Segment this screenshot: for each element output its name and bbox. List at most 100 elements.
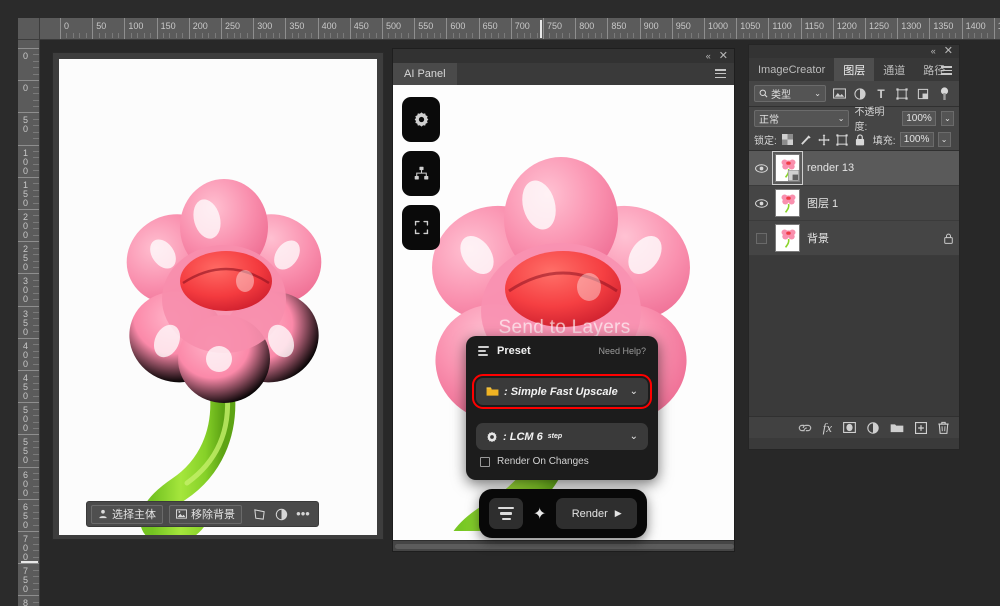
horizontal-ruler[interactable]: 0501001502002503003504004505005506006507… (40, 18, 1000, 40)
app-root: 0501001502002503003504004505005506006507… (0, 0, 1000, 606)
tab-imagecreator[interactable]: ImageCreator (749, 58, 834, 81)
layers-panel-menu-button[interactable] (941, 66, 952, 77)
shape-layer-filter-icon[interactable] (894, 88, 910, 100)
blend-mode-select[interactable]: 正常 ⌄ (754, 110, 849, 127)
ai-panel-horizontal-scrollbar[interactable] (393, 540, 734, 551)
new-group-icon[interactable] (890, 422, 904, 433)
filter-type-select[interactable]: 类型 ⌄ (754, 85, 826, 102)
close-icon[interactable]: ✕ (944, 47, 953, 56)
ruler-minor-tick (337, 33, 338, 38)
ruler-minor-tick (292, 33, 293, 38)
ruler-minor-tick (182, 33, 183, 38)
lock-label: 锁定: (754, 132, 777, 147)
layer-thumbnail[interactable] (775, 224, 800, 252)
need-help-link[interactable]: Need Help? (598, 346, 646, 356)
sparkle-icon[interactable]: ✦ (533, 504, 546, 524)
ruler-minor-tick (537, 33, 538, 38)
chevron-down-icon[interactable]: ⌄ (630, 386, 638, 397)
tab-panel-2[interactable]: 通道 (874, 58, 914, 81)
layer-row[interactable]: 图层 1 (749, 186, 959, 221)
lines-icon[interactable] (478, 346, 489, 355)
layer-row[interactable]: 背景 (749, 221, 959, 256)
lock-transparent-pixels-icon[interactable] (781, 134, 795, 145)
ruler-minor-tick (942, 33, 943, 38)
layer-style-fx-icon[interactable]: fx (823, 420, 832, 436)
tab-panel-1[interactable]: 图层 (834, 58, 874, 81)
ruler-tick: 100 (124, 18, 125, 40)
scrollbar-thumb[interactable] (395, 544, 734, 549)
layer-thumbnail[interactable] (775, 154, 800, 182)
ai-panel-menu-button[interactable] (715, 69, 726, 78)
adjustment-tool-button[interactable] (270, 503, 292, 525)
workflow-tool-button[interactable] (402, 151, 440, 196)
select-subject-button[interactable]: 选择主体 (91, 505, 163, 524)
ruler-minor-tick (33, 261, 39, 262)
tab-label: 图层 (843, 62, 865, 78)
new-adjustment-layer-icon[interactable] (867, 422, 879, 434)
ruler-minor-tick (562, 33, 563, 38)
lock-nesting-icon[interactable] (835, 134, 849, 146)
ruler-minor-tick (33, 196, 39, 197)
ruler-minor-tick (305, 33, 306, 38)
new-layer-icon[interactable] (915, 422, 927, 434)
ruler-minor-tick (421, 33, 422, 38)
ruler-minor-tick (33, 67, 39, 68)
document-canvas[interactable] (59, 59, 377, 535)
more-options-button[interactable]: ••• (292, 503, 314, 525)
layer-visibility-off-icon[interactable] (755, 232, 768, 245)
fit-view-tool-button[interactable] (402, 205, 440, 250)
close-icon[interactable]: ✕ (719, 52, 728, 61)
opacity-input[interactable]: 100% (902, 111, 936, 126)
ruler-minor-tick (826, 33, 827, 38)
ruler-minor-tick (659, 33, 660, 38)
render-on-changes-row[interactable]: Render On Changes (480, 456, 589, 467)
vertical-ruler[interactable]: 0050100150200250300350400450500550600650… (18, 40, 40, 606)
type-layer-filter-icon[interactable]: T (873, 87, 889, 101)
select-subject-label: 选择主体 (112, 506, 156, 522)
ruler-minor-tick (33, 486, 39, 487)
layer-visibility-eye-icon[interactable] (755, 162, 768, 175)
ruler-tick: 350 (285, 18, 286, 40)
add-layer-mask-icon[interactable] (843, 422, 856, 433)
fill-input[interactable]: 100% (900, 132, 934, 147)
delete-layer-icon[interactable] (938, 421, 949, 434)
ruler-minor-tick (118, 33, 119, 38)
ruler-minor-tick (33, 589, 39, 590)
chevron-double-left-icon[interactable]: « (931, 47, 936, 56)
preset-select[interactable]: : Simple Fast Upscale ⌄ (476, 378, 648, 405)
settings-tool-button[interactable] (402, 97, 440, 142)
lock-image-pixels-icon[interactable] (799, 134, 813, 146)
adjustment-layer-filter-icon[interactable] (852, 88, 868, 100)
transform-tool-button[interactable] (248, 503, 270, 525)
ai-panel-tool-rail (402, 97, 440, 250)
contrast-icon (275, 508, 288, 521)
chevron-double-left-icon[interactable]: « (706, 52, 711, 61)
tab-ai-panel[interactable]: AI Panel (393, 63, 457, 85)
opacity-stepper-icon[interactable]: ⌄ (941, 111, 954, 126)
ruler-minor-tick (33, 119, 39, 120)
sampler-select[interactable]: : LCM 6step ⌄ (476, 423, 648, 450)
lock-position-icon[interactable] (817, 134, 831, 146)
ruler-minor-tick (491, 33, 492, 38)
pixel-layer-filter-icon[interactable] (831, 88, 847, 99)
link-layers-icon[interactable] (798, 424, 812, 432)
render-menu-button[interactable] (489, 498, 523, 529)
ruler-minor-tick (395, 33, 396, 38)
chevron-down-icon[interactable]: ⌄ (630, 431, 638, 442)
smart-object-filter-icon[interactable] (915, 88, 931, 100)
fill-stepper-icon[interactable]: ⌄ (938, 132, 951, 147)
filter-toggle-icon[interactable] (936, 87, 952, 101)
render-on-changes-checkbox[interactable] (480, 457, 490, 467)
remove-background-button[interactable]: 移除背景 (169, 505, 242, 524)
lock-all-icon[interactable] (853, 134, 867, 146)
ruler-minor-tick (401, 33, 402, 38)
ruler-minor-tick (981, 33, 982, 38)
layer-row[interactable]: render 13 (749, 151, 959, 186)
layer-thumbnail[interactable] (775, 189, 800, 217)
ruler-minor-tick (524, 33, 525, 38)
layer-visibility-eye-icon[interactable] (755, 197, 768, 210)
ruler-minor-tick (33, 576, 39, 577)
render-button[interactable]: Render ▶ (556, 498, 637, 529)
ruler-minor-tick (556, 33, 557, 38)
distort-icon (253, 508, 266, 521)
